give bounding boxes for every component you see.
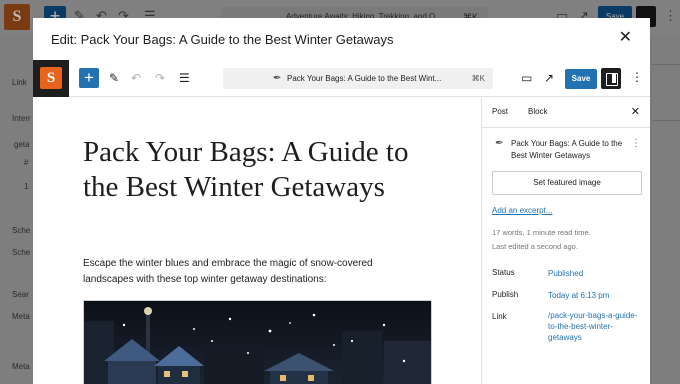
link-label: Link	[492, 312, 507, 321]
redo-icon[interactable]: ↷	[155, 70, 165, 86]
link-value[interactable]: /pack-your-bags-a-guide-to-the-best-wint…	[548, 310, 638, 343]
settings-toggle-icon[interactable]	[601, 68, 621, 89]
post-paragraph[interactable]: Escape the winter blues and embrace the …	[83, 256, 423, 288]
background-more-icon: ⋮	[664, 8, 677, 23]
background-divider	[652, 120, 680, 121]
pencil-icon[interactable]: ✎	[109, 70, 119, 86]
background-right-panel	[652, 34, 680, 384]
status-value[interactable]: Published	[548, 268, 638, 279]
status-label: Status	[492, 268, 515, 277]
post-icon: ✒	[495, 138, 504, 149]
undo-icon[interactable]: ↶	[131, 70, 141, 86]
post-image[interactable]	[83, 300, 432, 384]
view-post-icon[interactable]: ↗	[544, 70, 554, 86]
background-label: geta	[14, 140, 30, 149]
word-count: 17 words, 1 minute read time.	[492, 228, 591, 237]
background-label: Sear	[12, 290, 29, 299]
post-title[interactable]: Pack Your Bags: A Guide to the Best Wint…	[83, 135, 423, 205]
more-options-icon[interactable]: ⋮	[631, 70, 643, 84]
sidebar-close-icon[interactable]: ✕	[631, 105, 640, 118]
tab-post[interactable]: Post	[492, 107, 508, 116]
document-title: Pack Your Bags: A Guide to the Best Wint…	[287, 74, 442, 83]
publish-value[interactable]: Today at 6:13 pm	[548, 290, 638, 301]
document-bar[interactable]: ✒ Pack Your Bags: A Guide to the Best Wi…	[223, 68, 493, 89]
post-actions-icon[interactable]: ⋮	[631, 138, 641, 149]
sidebar-tabs: Post Block ✕	[482, 98, 650, 128]
publish-label: Publish	[492, 290, 519, 299]
preview-icon[interactable]: ▭	[521, 70, 532, 86]
editor-canvas: Pack Your Bags: A Guide to the Best Wint…	[33, 98, 481, 384]
document-icon: ✒	[273, 73, 282, 84]
background-label: Meta	[12, 312, 30, 321]
background-site-logo: S	[4, 4, 30, 30]
last-edited: Last edited a second ago.	[492, 242, 578, 251]
list-view-icon[interactable]: ☰	[179, 70, 190, 86]
background-label: Interr	[12, 114, 31, 123]
set-featured-image-button[interactable]: Set featured image	[492, 171, 642, 195]
save-button[interactable]: Save	[565, 69, 597, 89]
background-label: Meta	[12, 362, 30, 371]
edit-modal: Edit: Pack Your Bags: A Guide to the Bes…	[33, 18, 650, 384]
background-label: 1	[24, 182, 29, 191]
tab-block[interactable]: Block	[528, 107, 548, 116]
background-label: Sche	[12, 226, 31, 235]
background-label: Link	[12, 78, 27, 87]
background-divider	[652, 64, 680, 65]
command-shortcut: ⌘K	[471, 74, 485, 83]
site-logo-button[interactable]: S	[33, 60, 69, 97]
settings-sidebar: Post Block ✕ ✒ Pack Your Bags: A Guide t…	[481, 98, 650, 384]
modal-title: Edit: Pack Your Bags: A Guide to the Bes…	[51, 31, 394, 47]
background-label: Sche	[12, 248, 31, 257]
add-excerpt-link[interactable]: Add an excerpt...	[492, 206, 552, 215]
modal-header: Edit: Pack Your Bags: A Guide to the Bes…	[33, 18, 650, 60]
add-block-button[interactable]: +	[79, 68, 99, 88]
background-label: #	[24, 158, 29, 167]
sidebar-post-title: Pack Your Bags: A Guide to the Best Wint…	[511, 139, 623, 160]
editor-toolbar: S + ✎ ↶ ↷ ☰ ✒ Pack Your Bags: A Guide to…	[33, 60, 650, 97]
close-icon[interactable]: ✕	[619, 30, 632, 46]
site-logo-icon: S	[40, 67, 62, 89]
